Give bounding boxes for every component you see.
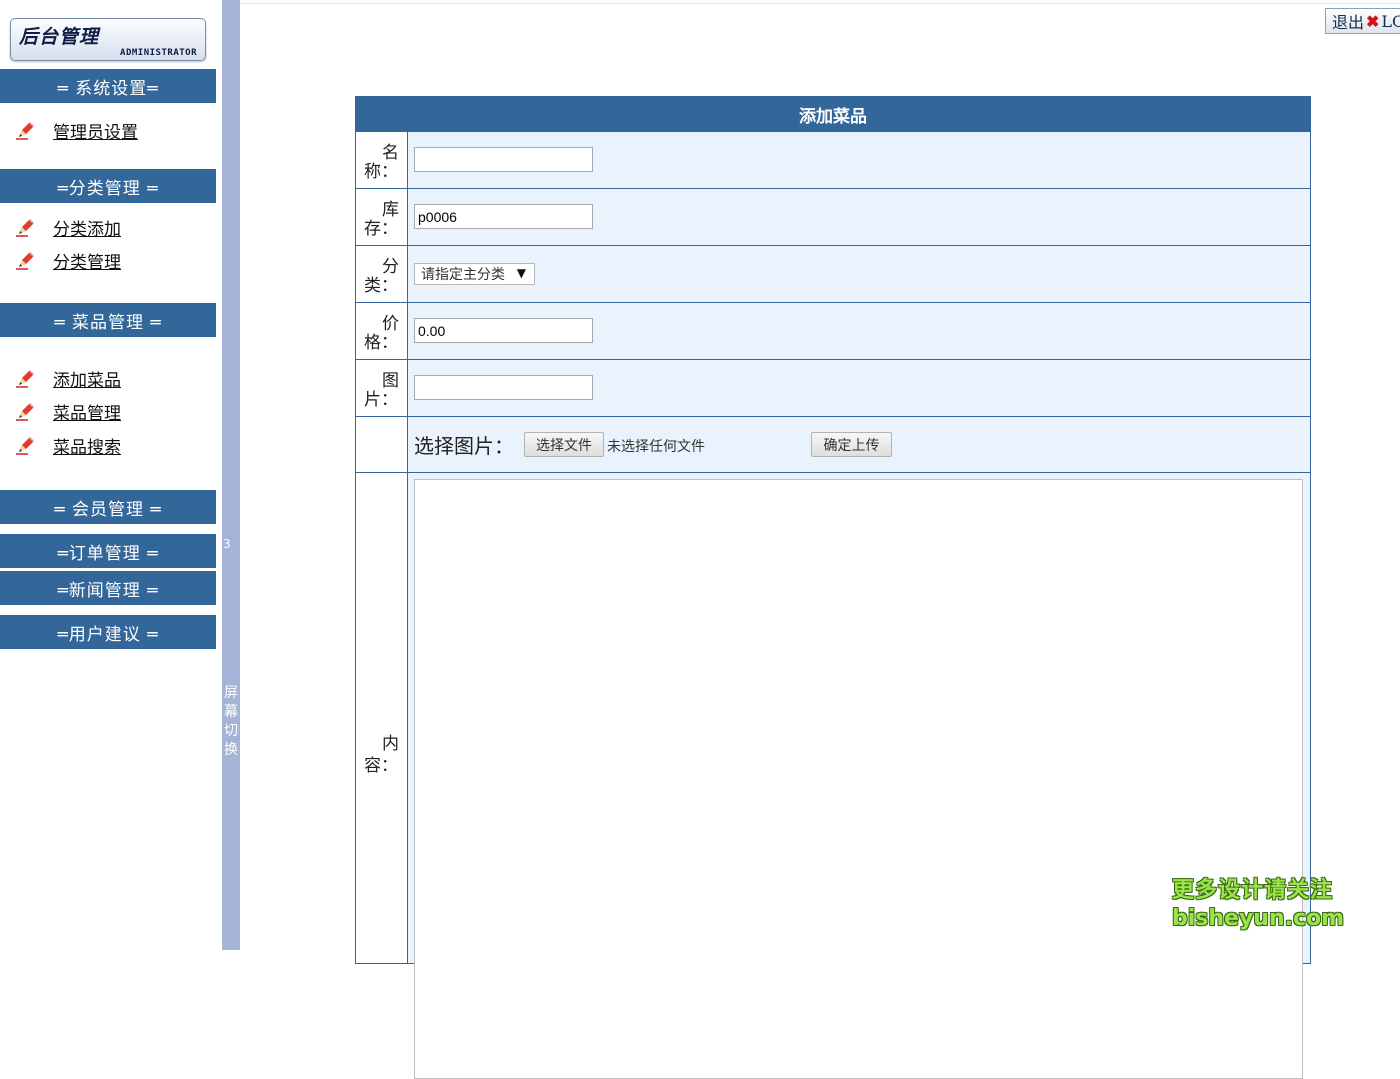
upload-label: 选择图片： [414,434,514,458]
section-order-management[interactable]: ═订单管理 ═ [0,534,216,568]
form-title: 添加菜品 [355,96,1311,132]
section-member-management[interactable]: ═ 会员管理 ═ [0,490,216,524]
menu-link[interactable]: 添加菜品 [53,366,121,391]
field-label: 价 格： [356,303,408,359]
logo-title: 后台管理 [19,26,100,48]
menu-item-admin-settings[interactable]: 管理员设置 [14,117,138,143]
form-row-content: 内 容： [355,473,1311,1079]
admin-logo: 后台管理 ADMINISTRATOR [10,18,206,61]
pencil-icon [16,437,34,455]
field-label: 名 称： [356,132,408,188]
pencil-icon [16,122,34,140]
no-file-text: 未选择任何文件 [607,439,705,455]
field-label: 分 类： [356,246,408,302]
pencil-icon [16,370,34,388]
section-category-management[interactable]: ═分类管理 ═ [0,169,216,203]
screen-toggle-label[interactable]: 屏幕切换 [224,684,238,760]
section-system-settings[interactable]: ═ 系统设置═ [0,69,216,103]
label-char-2: 存： [364,219,398,239]
field-label: 内 容： [356,473,408,963]
splitter-number: 3 [223,537,231,551]
menu-item-category-add[interactable]: 分类添加 [14,214,121,240]
form-row-stock: 库 存： [355,189,1311,246]
menu-item-dish-management[interactable]: 菜品管理 [14,398,121,424]
category-select-value: 请指定主分类 [421,267,505,283]
logout-label: 退出 [1332,13,1365,32]
close-icon: ✖ [1366,11,1380,31]
pencil-icon [16,219,34,237]
menu-link[interactable]: 分类添加 [53,215,121,240]
add-dish-form: 添加菜品 名 称： 库 存： 分 类： 请指定主分类 ▼ 价 格： [355,96,1311,1079]
top-divider [240,3,1400,4]
label-char-2: 容： [364,756,398,776]
menu-link[interactable]: 菜品管理 [53,399,121,424]
menu-item-category-management[interactable]: 分类管理 [14,247,121,273]
form-row-image: 图 片： [355,360,1311,417]
form-row-upload: 选择图片： 选择文件 未选择任何文件 确定上传 [355,417,1311,473]
menu-item-dish-search[interactable]: 菜品搜索 [14,432,121,458]
form-row-name: 名 称： [355,132,1311,189]
content-textarea[interactable] [414,479,1303,1079]
label-char-2: 片： [364,390,398,410]
pencil-icon [16,252,34,270]
category-select[interactable]: 请指定主分类 ▼ [414,263,535,285]
logout-suffix: LO [1381,11,1400,31]
menu-link[interactable]: 分类管理 [53,248,121,273]
screen-toggle-splitter[interactable]: 3 屏幕切换 [222,0,240,950]
menu-link[interactable]: 菜品搜索 [53,433,121,458]
menu-link[interactable]: 管理员设置 [53,118,138,143]
name-input[interactable] [414,147,593,172]
section-dish-management[interactable]: ═ 菜品管理 ═ [0,303,216,337]
sidebar: 后台管理 ADMINISTRATOR ═ 系统设置═ 管理员设置 ═分类管理 ═… [0,0,222,950]
pencil-icon [16,403,34,421]
dropdown-arrow-icon: ▼ [516,266,526,280]
form-row-price: 价 格： [355,303,1311,360]
confirm-upload-button[interactable]: 确定上传 [811,432,892,457]
price-input[interactable] [414,318,593,343]
choose-file-button[interactable]: 选择文件 [524,432,604,457]
menu-item-add-dish[interactable]: 添加菜品 [14,365,121,391]
image-path-input[interactable] [414,375,593,400]
watermark-line-2: bisheyun.com [1172,906,1345,931]
watermark-line-1: 更多设计请关注 [1172,878,1334,903]
label-char-2: 类： [364,276,398,296]
field-label: 库 存： [356,189,408,245]
form-row-category: 分 类： 请指定主分类 ▼ [355,246,1311,303]
field-label: 图 片： [356,360,408,416]
stock-input[interactable] [414,204,593,229]
section-user-suggestions[interactable]: ═用户建议 ═ [0,615,216,649]
section-news-management[interactable]: ═新闻管理 ═ [0,571,216,605]
label-char-2: 称： [364,162,398,182]
logo-subtitle: ADMINISTRATOR [120,48,197,58]
label-char-2: 格： [364,333,398,353]
logout-button[interactable]: 退出 ✖ LO [1325,8,1400,34]
watermark: 更多设计请关注 bisheyun.com [1172,872,1345,931]
field-label-empty [356,417,408,472]
